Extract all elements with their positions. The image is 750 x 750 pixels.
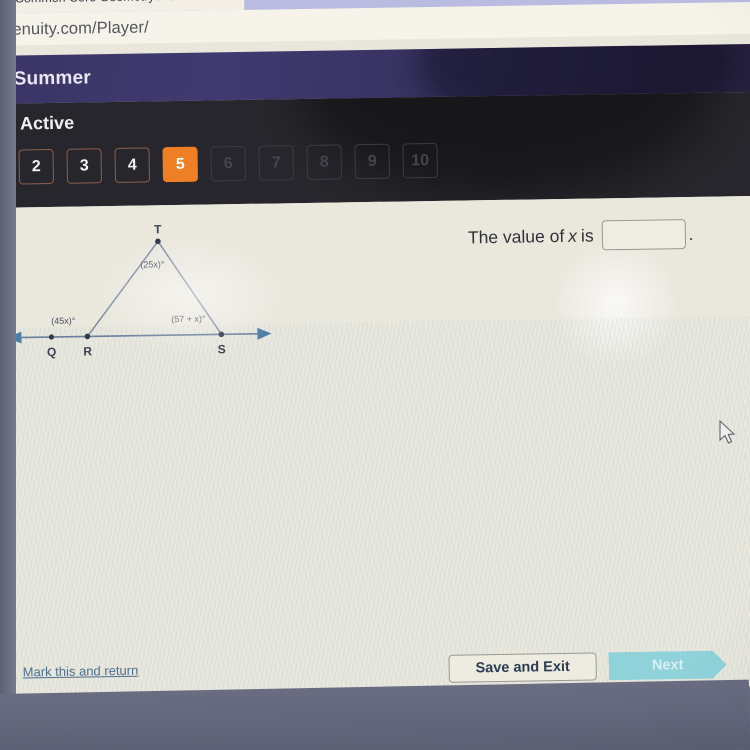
- prompt-text-after: is: [580, 224, 594, 246]
- question-number-2[interactable]: 2: [18, 148, 55, 185]
- arrow-right-icon: [257, 327, 272, 340]
- quiz-status-badge: Active: [19, 112, 75, 133]
- question-number-list: 12345678910: [0, 138, 750, 186]
- question-number-6: 6: [210, 145, 246, 182]
- computer-screen: A2 Common Core Geometry A 1 ✕ + edgenuit…: [0, 0, 750, 698]
- close-icon[interactable]: ✕: [224, 0, 238, 2]
- angle-label-s: (57 + x)°: [171, 314, 206, 325]
- plus-icon[interactable]: +: [254, 0, 280, 10]
- question-number-9: 9: [354, 143, 390, 180]
- base-line: [17, 332, 262, 339]
- photo-of-screen: A2 Common Core Geometry A 1 ✕ + edgenuit…: [0, 0, 750, 750]
- vertex-label-q: Q: [47, 345, 57, 359]
- answer-prompt: The value of x is .: [468, 219, 694, 253]
- geometry-figure: Q R S T (45x)° (25x)° (57 + x)°: [0, 213, 290, 378]
- vertex-label-s: S: [218, 342, 226, 356]
- next-button[interactable]: Next: [608, 650, 726, 680]
- url-text: edgenuity.com/Player/: [0, 17, 149, 39]
- save-and-exit-button[interactable]: Save and Exit: [448, 652, 597, 683]
- angle-label-q-r: (45x)°: [51, 316, 76, 326]
- vertex-point-q: [48, 334, 55, 340]
- browser-tab-title: A2 Common Core Geometry A 1: [0, 0, 224, 5]
- quiz-navigation-bar: iz Active 12345678910: [0, 91, 750, 208]
- question-content-area: Q R S T (45x)° (25x)° (57 + x)° The valu…: [0, 195, 750, 698]
- question-number-4[interactable]: 4: [114, 147, 151, 183]
- vertex-label-r: R: [83, 344, 92, 358]
- mark-this-and-return-link[interactable]: Mark this and return: [23, 663, 139, 680]
- prompt-variable: x: [568, 225, 578, 246]
- answer-input[interactable]: [601, 219, 686, 251]
- question-number-3[interactable]: 3: [66, 148, 103, 184]
- prompt-text-before: The value of: [467, 225, 565, 247]
- vertex-label-t: T: [154, 222, 162, 236]
- prompt-period: .: [688, 223, 694, 244]
- question-number-7: 7: [258, 145, 294, 181]
- question-number-10: 10: [402, 142, 438, 179]
- question-number-8: 8: [306, 144, 342, 180]
- monitor-bezel-left: [0, 0, 16, 750]
- question-number-5[interactable]: 5: [162, 146, 199, 183]
- angle-label-t: (25x)°: [140, 259, 165, 269]
